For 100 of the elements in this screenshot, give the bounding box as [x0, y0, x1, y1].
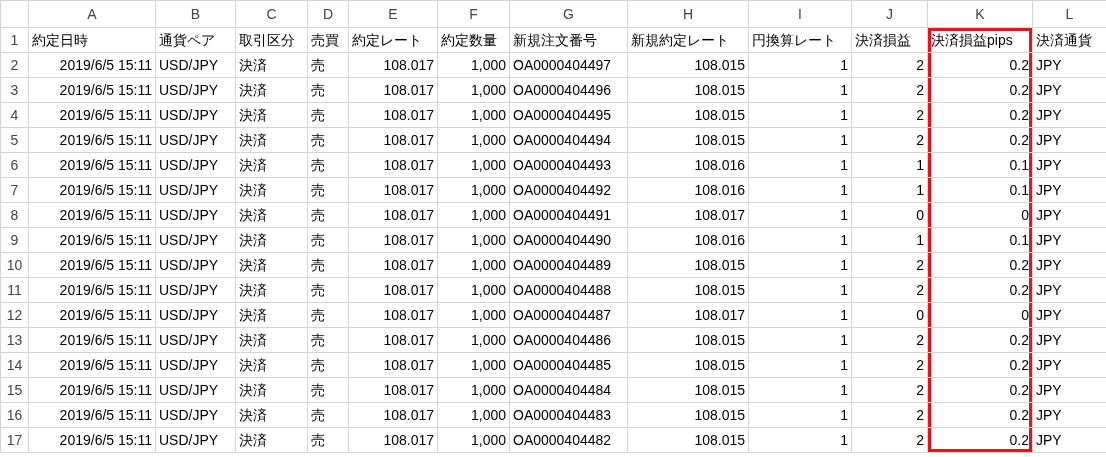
- table-cell: OA0000404485: [509, 352, 628, 378]
- table-cell: 1: [748, 427, 852, 453]
- table-cell: 売: [307, 277, 349, 303]
- table-cell: 1: [748, 202, 852, 228]
- table-cell: 0.1: [927, 227, 1033, 253]
- table-cell: 売: [307, 352, 349, 378]
- table-cell: 2: [851, 352, 928, 378]
- column-header[interactable]: E: [348, 0, 438, 28]
- table-cell: 決済: [235, 77, 308, 103]
- table-cell: 売: [307, 77, 349, 103]
- row-header[interactable]: 14: [0, 352, 29, 378]
- table-cell: 108.017: [348, 302, 438, 328]
- table-cell: 1: [748, 102, 852, 128]
- table-cell: 2019/6/5 15:11: [28, 327, 156, 353]
- table-cell: 0.2: [927, 127, 1033, 153]
- table-cell: 0.2: [927, 52, 1033, 78]
- table-cell: 0: [927, 302, 1033, 328]
- table-cell: 決済: [235, 127, 308, 153]
- row-header[interactable]: 17: [0, 427, 29, 453]
- row-header[interactable]: 6: [0, 152, 29, 178]
- column-header[interactable]: F: [437, 0, 510, 28]
- table-cell: 108.015: [627, 327, 749, 353]
- row-header[interactable]: 7: [0, 177, 29, 203]
- table-cell: 0.2: [927, 277, 1033, 303]
- table-cell: OA0000404482: [509, 427, 628, 453]
- column-header[interactable]: I: [748, 0, 852, 28]
- table-cell: 約定数量: [437, 27, 510, 53]
- table-cell: 2: [851, 77, 928, 103]
- table-cell: 108.015: [627, 402, 749, 428]
- table-cell: 1: [748, 152, 852, 178]
- table-cell: 決済: [235, 327, 308, 353]
- table-cell: 108.017: [348, 352, 438, 378]
- table-cell: 取引区分: [235, 27, 308, 53]
- table-cell: 2: [851, 427, 928, 453]
- column-header[interactable]: L: [1032, 0, 1106, 28]
- table-cell: 決済: [235, 152, 308, 178]
- column-header[interactable]: G: [509, 0, 628, 28]
- table-cell: 108.017: [348, 277, 438, 303]
- column-header[interactable]: C: [235, 0, 308, 28]
- table-cell: USD/JPY: [155, 52, 236, 78]
- table-cell: USD/JPY: [155, 152, 236, 178]
- table-cell: 108.016: [627, 227, 749, 253]
- column-header[interactable]: K: [927, 0, 1033, 28]
- row-header[interactable]: 12: [0, 302, 29, 328]
- table-cell: 決済損益pips: [927, 27, 1033, 53]
- table-cell: OA0000404489: [509, 252, 628, 278]
- row-header[interactable]: 4: [0, 102, 29, 128]
- table-cell: 1: [748, 227, 852, 253]
- table-cell: 108.015: [627, 102, 749, 128]
- row-header[interactable]: 13: [0, 327, 29, 353]
- row-header[interactable]: 15: [0, 377, 29, 403]
- table-cell: 2019/6/5 15:11: [28, 77, 156, 103]
- row-header[interactable]: 1: [0, 27, 29, 53]
- table-cell: 0.1: [927, 152, 1033, 178]
- table-cell: 108.017: [348, 327, 438, 353]
- table-cell: 2: [851, 327, 928, 353]
- row-header[interactable]: 3: [0, 77, 29, 103]
- column-header[interactable]: H: [627, 0, 749, 28]
- row-header[interactable]: 2: [0, 52, 29, 78]
- table-cell: 1,000: [437, 77, 510, 103]
- table-cell: 売: [307, 327, 349, 353]
- table-cell: 2019/6/5 15:11: [28, 252, 156, 278]
- table-cell: 2019/6/5 15:11: [28, 302, 156, 328]
- table-cell: 1,000: [437, 252, 510, 278]
- table-cell: 108.017: [627, 302, 749, 328]
- row-header[interactable]: 16: [0, 402, 29, 428]
- table-cell: 新規約定レート: [627, 27, 749, 53]
- table-cell: USD/JPY: [155, 302, 236, 328]
- column-header[interactable]: D: [307, 0, 349, 28]
- table-cell: OA0000404484: [509, 377, 628, 403]
- table-cell: 1: [748, 177, 852, 203]
- column-header[interactable]: J: [851, 0, 928, 28]
- table-cell: OA0000404495: [509, 102, 628, 128]
- table-cell: 2: [851, 252, 928, 278]
- table-cell: OA0000404487: [509, 302, 628, 328]
- row-header[interactable]: 9: [0, 227, 29, 253]
- table-cell: 108.017: [348, 52, 438, 78]
- table-cell: 円換算レート: [748, 27, 852, 53]
- table-cell: USD/JPY: [155, 352, 236, 378]
- table-cell: 2: [851, 277, 928, 303]
- table-cell: 売: [307, 402, 349, 428]
- table-cell: 2: [851, 102, 928, 128]
- table-cell: 0.2: [927, 427, 1033, 453]
- column-header[interactable]: A: [28, 0, 156, 28]
- table-cell: 1: [748, 302, 852, 328]
- table-cell: 通貨ペア: [155, 27, 236, 53]
- row-header[interactable]: 11: [0, 277, 29, 303]
- table-cell: 2019/6/5 15:11: [28, 177, 156, 203]
- column-header[interactable]: B: [155, 0, 236, 28]
- table-cell: 決済: [235, 427, 308, 453]
- table-cell: 1: [748, 277, 852, 303]
- table-cell: 0: [851, 202, 928, 228]
- table-cell: 1: [851, 227, 928, 253]
- table-cell: 108.015: [627, 77, 749, 103]
- table-cell: 決済: [235, 377, 308, 403]
- row-header[interactable]: 5: [0, 127, 29, 153]
- row-header[interactable]: 8: [0, 202, 29, 228]
- row-header[interactable]: 10: [0, 252, 29, 278]
- table-cell: 108.015: [627, 352, 749, 378]
- table-cell: 0: [927, 202, 1033, 228]
